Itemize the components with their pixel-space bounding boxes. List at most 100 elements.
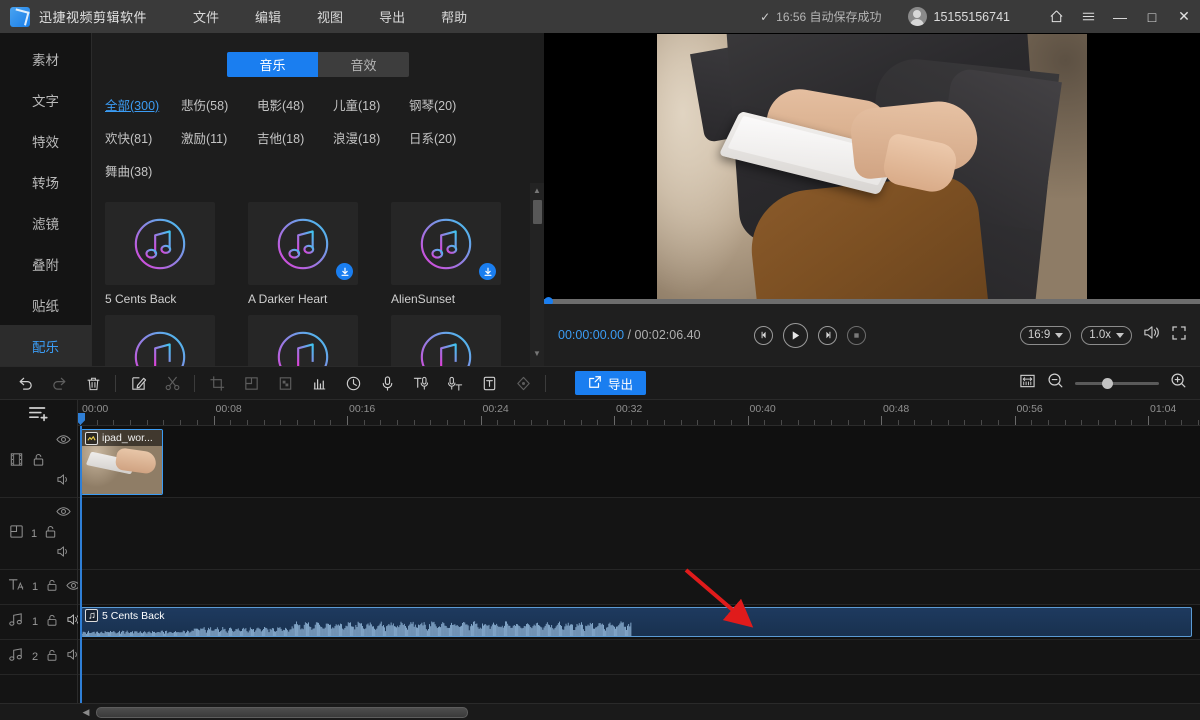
split-screen-icon[interactable]	[234, 367, 268, 399]
category-all[interactable]: 全部(300)	[105, 95, 181, 114]
music-card[interactable]: 5 Cents Back	[105, 202, 215, 306]
microphone-icon[interactable]	[370, 367, 404, 399]
category-happy[interactable]: 欢快(81)	[105, 128, 181, 147]
library-scrollbar[interactable]: ▲ ▼	[530, 183, 544, 366]
export-button[interactable]: 导出	[575, 371, 646, 395]
unlock-icon[interactable]	[31, 452, 46, 472]
edit-icon[interactable]	[121, 367, 155, 399]
fit-timeline-icon[interactable]	[1019, 373, 1036, 394]
menu-view[interactable]: 视图	[299, 1, 361, 32]
music-card[interactable]	[105, 315, 215, 366]
redo-icon[interactable]	[42, 367, 76, 399]
zoom-slider-handle[interactable]	[1102, 378, 1113, 389]
track-header-overlay[interactable]: 1	[0, 498, 77, 570]
lane-video[interactable]: ipad_wor...	[78, 426, 1200, 498]
play-button[interactable]	[783, 323, 808, 348]
unlock-icon[interactable]	[45, 613, 59, 632]
next-frame-button[interactable]	[818, 326, 837, 345]
playhead[interactable]	[80, 426, 82, 703]
lane-overlay[interactable]	[78, 498, 1200, 570]
speaker-icon[interactable]	[56, 473, 71, 491]
stop-button[interactable]	[847, 326, 866, 345]
sidebar-item-transitions[interactable]: 转场	[0, 162, 91, 203]
music-card[interactable]	[391, 315, 501, 366]
hamburger-icon[interactable]	[1072, 0, 1104, 33]
timeline-horizontal-scrollbar[interactable]: ◀	[0, 703, 1200, 720]
scissors-icon[interactable]	[155, 367, 189, 399]
text-template-icon[interactable]	[472, 367, 506, 399]
crop-icon[interactable]	[200, 367, 234, 399]
download-icon[interactable]	[479, 263, 496, 280]
scrollbar-thumb[interactable]	[96, 707, 468, 718]
scrollbar-track[interactable]	[96, 707, 1194, 718]
music-card[interactable]	[248, 315, 358, 366]
delete-icon[interactable]	[76, 367, 110, 399]
category-kids[interactable]: 儿童(18)	[333, 95, 409, 114]
track-header-video[interactable]	[0, 426, 77, 498]
volume-icon[interactable]	[1142, 324, 1161, 346]
category-sad[interactable]: 悲伤(58)	[181, 95, 257, 114]
eye-icon[interactable]	[56, 432, 71, 450]
sidebar-item-effects[interactable]: 特效	[0, 121, 91, 162]
time-ruler[interactable]: 00:00 00:08 00:16 00:24 00:32 00:40 00:48 00:56…	[78, 400, 1200, 426]
music-card[interactable]: A Darker Heart	[248, 202, 358, 306]
speed-clock-icon[interactable]	[336, 367, 370, 399]
mosaic-icon[interactable]	[268, 367, 302, 399]
prev-frame-button[interactable]	[754, 326, 773, 345]
scroll-left-icon[interactable]: ◀	[78, 707, 94, 718]
music-card[interactable]: AlienSunset	[391, 202, 501, 306]
close-button[interactable]: ✕	[1168, 0, 1200, 33]
maximize-button[interactable]: □	[1136, 0, 1168, 33]
lane-audio-1[interactable]: 5 Cents Back	[78, 605, 1200, 640]
user-account[interactable]: 15155156741	[908, 7, 1010, 26]
audio-clip[interactable]: 5 Cents Back	[81, 607, 1192, 637]
scroll-up-icon[interactable]: ▲	[530, 183, 544, 197]
add-track-icon[interactable]	[0, 400, 78, 426]
unlock-icon[interactable]	[43, 524, 58, 544]
category-inspiring[interactable]: 激励(11)	[181, 128, 257, 147]
aspect-ratio-dropdown[interactable]: 16:9	[1020, 326, 1071, 345]
speaker-icon[interactable]	[56, 545, 71, 563]
fullscreen-icon[interactable]	[1171, 325, 1187, 346]
tab-sound-effects[interactable]: 音效	[318, 52, 409, 77]
sidebar-item-text[interactable]: 文字	[0, 80, 91, 121]
track-header-audio-2[interactable]: 2	[0, 640, 77, 675]
download-icon[interactable]	[336, 263, 353, 280]
eye-icon[interactable]	[56, 504, 71, 522]
tab-music[interactable]: 音乐	[227, 52, 318, 77]
speech-to-text-icon[interactable]	[438, 367, 472, 399]
zoom-out-icon[interactable]	[1047, 372, 1064, 394]
menu-help[interactable]: 帮助	[423, 1, 485, 32]
sidebar-item-stickers[interactable]: 贴纸	[0, 284, 91, 325]
unlock-icon[interactable]	[45, 578, 59, 597]
track-header-text[interactable]: 1	[0, 570, 77, 605]
scrollbar-thumb[interactable]	[533, 200, 542, 224]
sidebar-item-overlay[interactable]: 叠附	[0, 243, 91, 284]
category-guitar[interactable]: 吉他(18)	[257, 128, 333, 147]
category-japanese[interactable]: 日系(20)	[409, 128, 485, 147]
audio-level-icon[interactable]	[302, 367, 336, 399]
menu-file[interactable]: 文件	[175, 1, 237, 32]
lane-text[interactable]	[78, 570, 1200, 605]
sidebar-item-music[interactable]: 配乐	[0, 325, 91, 366]
scroll-down-icon[interactable]: ▼	[530, 346, 544, 360]
sidebar-item-media[interactable]: 素材	[0, 39, 91, 80]
category-dance[interactable]: 舞曲(38)	[105, 161, 181, 180]
speed-dropdown[interactable]: 1.0x	[1081, 326, 1132, 345]
undo-icon[interactable]	[8, 367, 42, 399]
track-header-audio-1[interactable]: 1	[0, 605, 77, 640]
video-clip[interactable]: ipad_wor...	[81, 429, 163, 495]
unlock-icon[interactable]	[45, 648, 59, 667]
minimize-button[interactable]: —	[1104, 0, 1136, 33]
menu-export[interactable]: 导出	[361, 1, 423, 32]
text-to-speech-icon[interactable]	[404, 367, 438, 399]
category-piano[interactable]: 钢琴(20)	[409, 95, 485, 114]
category-movie[interactable]: 电影(48)	[257, 95, 333, 114]
menu-edit[interactable]: 编辑	[237, 1, 299, 32]
lane-audio-2[interactable]	[78, 640, 1200, 675]
zoom-in-icon[interactable]	[1170, 372, 1187, 394]
category-romantic[interactable]: 浪漫(18)	[333, 128, 409, 147]
keyframe-icon[interactable]	[506, 367, 540, 399]
playhead-handle[interactable]	[78, 413, 85, 425]
home-icon[interactable]	[1040, 0, 1072, 33]
